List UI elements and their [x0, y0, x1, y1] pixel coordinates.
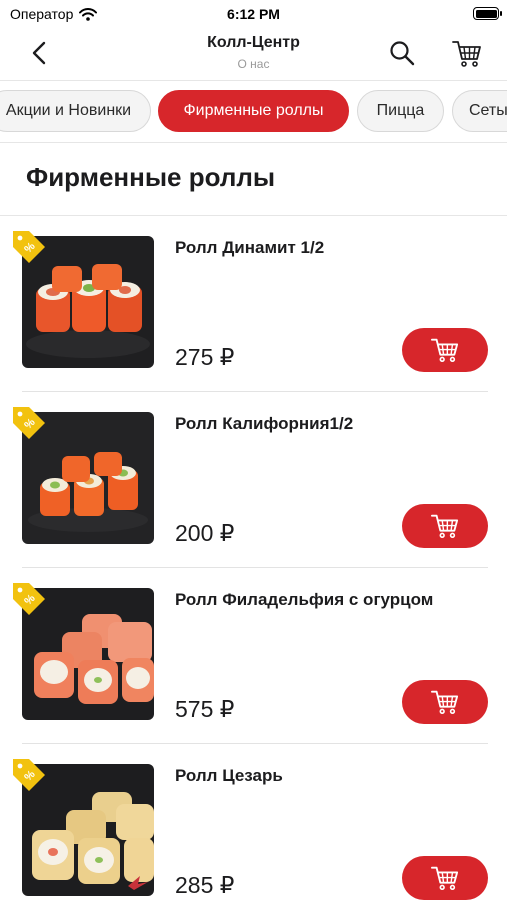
cart-icon[interactable] — [451, 37, 483, 69]
search-icon[interactable] — [388, 39, 416, 67]
category-tabs: Акции и Новинки Фирменные роллы Пицца Се… — [0, 80, 507, 143]
section-title: Фирменные роллы — [26, 162, 276, 192]
nav-bar: Колл-Центр О нас — [0, 28, 507, 81]
discount-tag-icon: % — [13, 231, 45, 263]
add-to-cart-button[interactable] — [402, 504, 488, 548]
discount-tag-icon: % — [13, 407, 45, 439]
status-time: 6:12 PM — [227, 6, 280, 22]
tab-label: Сеты — [469, 102, 507, 119]
status-bar: Оператор 6:12 PM — [0, 0, 507, 28]
nav-subtitle[interactable]: О нас — [0, 57, 507, 71]
cart-icon — [431, 514, 459, 538]
cart-icon — [431, 690, 459, 714]
tab-promotions[interactable]: Акции и Новинки — [0, 90, 151, 132]
add-to-cart-button[interactable] — [402, 328, 488, 372]
product-card[interactable]: % Ролл Филадельфия с огурцом 575 ₽ — [0, 568, 507, 744]
product-name: Ролл Калифорния1/2 — [175, 414, 354, 433]
tab-pizza[interactable]: Пицца — [357, 90, 444, 132]
discount-tag-icon: % — [13, 583, 45, 615]
tab-label: Акции и Новинки — [5, 102, 132, 119]
product-name: Ролл Динамит 1/2 — [175, 238, 325, 257]
battery-icon — [473, 7, 502, 20]
product-card[interactable]: % Ролл Динамит 1/2 275 ₽ — [0, 216, 507, 392]
tab-sets[interactable]: Сеты — [452, 90, 507, 132]
product-name: Ролл Цезарь — [175, 766, 283, 785]
discount-tag-icon: % — [13, 759, 45, 791]
product-price: 575 ₽ — [175, 696, 235, 722]
product-name: Ролл Филадельфия с огурцом — [175, 590, 434, 609]
product-price: 285 ₽ — [175, 872, 235, 898]
product-card[interactable]: % Ролл Цезарь 285 ₽ — [0, 744, 507, 920]
product-price: 200 ₽ — [175, 520, 235, 546]
add-to-cart-button[interactable] — [402, 856, 488, 900]
add-to-cart-button[interactable] — [402, 680, 488, 724]
product-price: 275 ₽ — [175, 344, 235, 370]
tab-signature-rolls[interactable]: Фирменные роллы — [158, 90, 349, 132]
cart-icon — [431, 338, 459, 362]
cart-icon — [431, 866, 459, 890]
tab-label: Пицца — [376, 102, 425, 119]
nav-title: Колл-Центр — [207, 34, 300, 51]
product-card[interactable]: % Ролл Калифорния1/2 200 ₽ — [0, 392, 507, 568]
tab-label: Фирменные роллы — [183, 102, 324, 119]
